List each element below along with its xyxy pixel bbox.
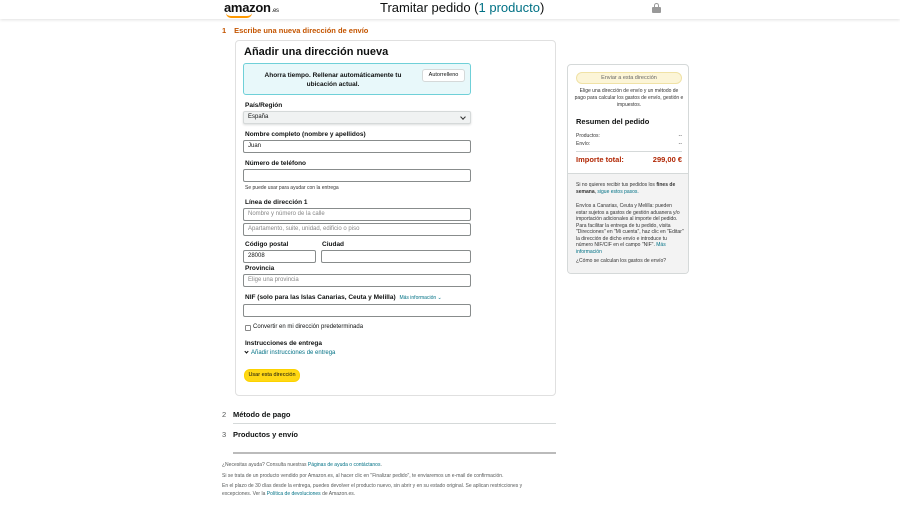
autofill-button[interactable]: Autorrelleno [422, 69, 465, 82]
nif-label-text: NIF (solo para las Islas Canarias, Ceuta… [245, 294, 396, 301]
default-address-label[interactable]: Convertir en mi dirección predeterminada [253, 324, 363, 330]
default-address-checkbox[interactable] [245, 325, 251, 331]
ship-to-address-button[interactable]: Enviar a esta dirección [576, 72, 682, 84]
divider [576, 151, 682, 152]
amazon-logo[interactable]: amazon.es [224, 0, 279, 18]
products-value: -- [678, 133, 682, 139]
products-row: Productos: -- [576, 133, 682, 139]
instructions-label: Instrucciones de entrega [245, 340, 322, 347]
canarias-text: Envíos a Canarias, Ceuta y Melilla: pued… [576, 203, 684, 248]
shipping-row: Envío: -- [576, 141, 682, 147]
step-1-heading: 1 Escribe una nueva dirección de envío [222, 26, 368, 35]
title-prefix: Tramitar pedido ( [380, 0, 479, 15]
section-title: Método de pago [233, 410, 291, 419]
nif-label: NIF (solo para las Islas Canarias, Ceuta… [245, 294, 442, 301]
title-suffix: ) [539, 0, 545, 15]
shipping-info-panel: Si no quieres recibir tus pedidos los fi… [568, 173, 688, 273]
shipping-label: Envío: [576, 141, 591, 147]
section-number: 3 [222, 430, 227, 439]
section-title: Productos y envío [233, 430, 299, 439]
form-title: Añadir una dirección nueva [244, 46, 389, 58]
province-input[interactable]: Elige una provincia [243, 274, 471, 287]
weekend-text: Si no quieres recibir tus pedidos los [576, 182, 657, 188]
step-number: 1 [222, 26, 227, 35]
footer-returns-suffix: de Amazon.es. [320, 490, 356, 497]
add-instructions-link[interactable]: Añadir instrucciones de entrega [243, 349, 336, 356]
weekend-steps-link[interactable]: sigue estos pasos. [597, 189, 638, 195]
total-value: 299,00 € [652, 155, 682, 164]
divider [233, 423, 556, 424]
province-label: Provincia [245, 265, 275, 272]
section-products[interactable]: 3 Productos y envío [222, 430, 298, 439]
section-number: 2 [222, 410, 227, 419]
address-line1-input[interactable]: Nombre y número de la calle [243, 208, 471, 221]
name-label: Nombre completo (nombre y apellidos) [245, 131, 366, 138]
divider [233, 452, 556, 454]
country-label: País/Región [245, 102, 283, 109]
footer-help: ¿Necesitas ayuda? Consulta nuestras Pági… [222, 462, 542, 470]
city-label: Ciudad [322, 241, 345, 248]
products-label: Productos: [576, 133, 600, 139]
postal-code-label: Código postal [245, 241, 289, 248]
product-count-link[interactable]: 1 producto [479, 0, 540, 15]
city-input[interactable] [321, 250, 471, 263]
footer-confirmation: Si se trata de un producto vendido por A… [222, 473, 504, 479]
order-summary-card: Enviar a esta dirección Elige una direcc… [567, 64, 689, 274]
returns-policy-link[interactable]: Política de devoluciones [267, 491, 321, 497]
logo-tld: .es [271, 8, 279, 14]
footer-returns: En el plazo de 30 días desde la entrega,… [222, 483, 540, 498]
logo-smile-icon [226, 13, 252, 18]
nif-more-info-link[interactable]: Más información ⌄ [399, 295, 441, 301]
help-pages-link[interactable]: Páginas de ayuda o contáctanos [308, 462, 381, 468]
add-instructions-text: Añadir instrucciones de entrega [251, 350, 336, 356]
lock-icon [652, 3, 661, 13]
sidebar-description: Elige una dirección de envío y un método… [574, 88, 684, 108]
phone-input[interactable] [243, 169, 471, 182]
footer-help-suffix: . [380, 462, 382, 468]
full-name-input[interactable]: Juan [243, 140, 471, 153]
country-value: España [248, 114, 269, 120]
shipping-value: -- [678, 141, 682, 147]
address-label: Línea de dirección 1 [245, 199, 308, 206]
phone-label: Número de teléfono [245, 160, 307, 167]
autofill-banner: Ahorra tiempo. Rellenar automáticamente … [243, 63, 471, 95]
footer-help-text: ¿Necesitas ayuda? Consulta nuestras [222, 462, 308, 468]
address-line2-input[interactable]: Apartamento, suite, unidad, edificio o p… [243, 223, 471, 236]
canarias-info: Envíos a Canarias, Ceuta y Melilla: pued… [576, 203, 684, 255]
total-label: Importe total: [576, 155, 624, 164]
nif-input[interactable] [243, 304, 471, 317]
country-select[interactable]: España [243, 111, 471, 124]
section-payment[interactable]: 2 Método de pago [222, 410, 291, 419]
chevron-down-icon [460, 114, 466, 120]
page-title: Tramitar pedido (1 producto) [380, 0, 544, 15]
top-header: amazon.es Tramitar pedido (1 producto) [0, 0, 900, 19]
phone-hint: Se puede usar para ayudar con la entrega [245, 185, 339, 191]
total-row: Importe total: 299,00 € [576, 155, 682, 164]
step-title: Escribe una nueva dirección de envío [234, 26, 369, 35]
shipping-cost-link[interactable]: ¿Cómo se calculan los gastos de envío? [576, 258, 684, 265]
autofill-text: Ahorra tiempo. Rellenar automáticamente … [264, 72, 402, 88]
chevron-down-icon [244, 349, 249, 354]
summary-title: Resumen del pedido [576, 117, 650, 126]
use-address-button[interactable]: Usar esta dirección [244, 369, 300, 382]
postal-code-input[interactable]: 28008 [243, 250, 316, 263]
weekend-info: Si no quieres recibir tus pedidos los fi… [576, 182, 684, 195]
